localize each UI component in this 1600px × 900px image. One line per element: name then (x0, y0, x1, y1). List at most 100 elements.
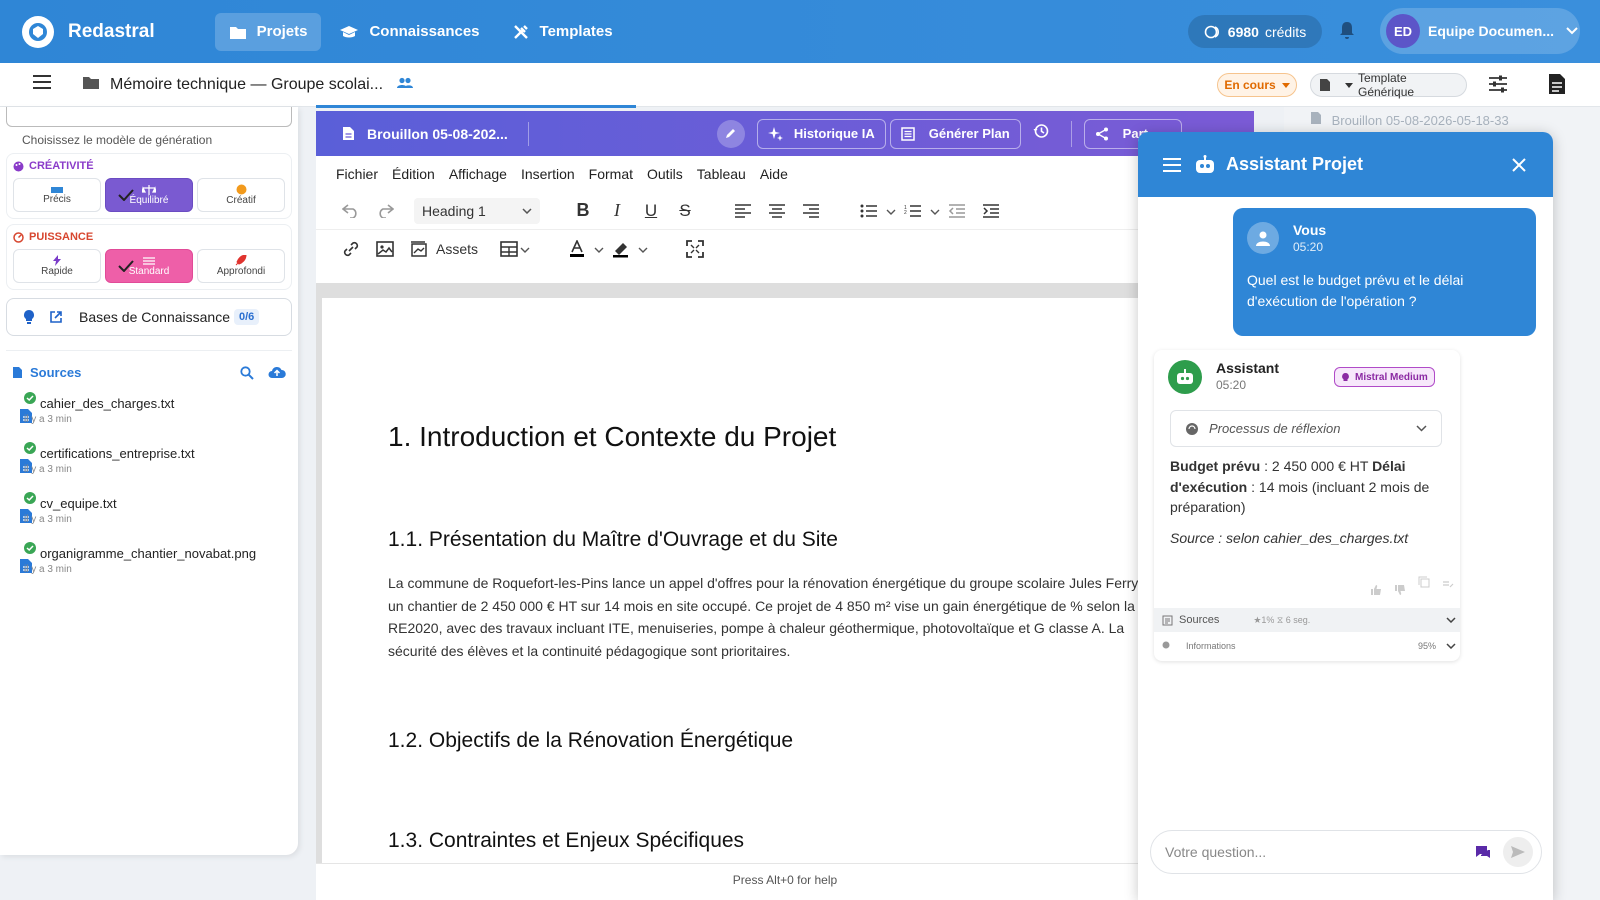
caret-down-icon (1345, 82, 1353, 88)
menu-affichage[interactable]: Affichage (449, 166, 507, 182)
strikethrough-icon[interactable]: S (668, 201, 702, 221)
history-icon[interactable] (1033, 123, 1049, 144)
align-center-icon[interactable] (760, 203, 794, 218)
menu-tableau[interactable]: Tableau (697, 166, 746, 182)
heading-2-contraintes: 1.3. Contraintes et Enjeux Spécifiques (388, 829, 745, 852)
menu-aide[interactable]: Aide (760, 166, 788, 182)
nav-connaissances[interactable]: Connaissances (325, 13, 493, 51)
align-right-icon[interactable] (794, 203, 828, 218)
list-item[interactable]: cahier_des_charges.txt il y a 3 min (18, 392, 298, 430)
hamburger-menu-icon[interactable] (1162, 157, 1182, 173)
assets-label[interactable]: Assets (436, 241, 478, 257)
file-time: il y a 3 min (24, 514, 72, 525)
scale-icon (142, 184, 156, 195)
send-button[interactable] (1503, 837, 1533, 867)
menu-edition[interactable]: Édition (392, 166, 435, 182)
edit-pencil-icon[interactable] (716, 119, 745, 148)
document-page[interactable]: 1. Introduction et Contexte du Projet 1.… (322, 298, 1242, 878)
divider (1070, 120, 1072, 147)
right-draft-title[interactable]: Brouillon 05-08-2026-05-18-33 (1310, 111, 1509, 128)
bold-icon[interactable]: B (566, 200, 600, 221)
underline-icon[interactable]: U (634, 201, 668, 221)
close-icon[interactable] (1511, 157, 1527, 173)
undo-icon[interactable] (334, 203, 368, 218)
block-format-select[interactable]: Heading 1 (414, 197, 540, 224)
chevron-down-icon[interactable] (520, 240, 530, 258)
highlight-icon[interactable] (604, 240, 638, 258)
model-select-box[interactable] (6, 107, 292, 127)
link-icon[interactable] (334, 240, 368, 258)
image-icon[interactable] (368, 241, 402, 257)
credits-badge[interactable]: 6980 crédits (1188, 15, 1322, 48)
nav-templates[interactable]: Templates (498, 13, 627, 51)
search-icon[interactable] (240, 365, 254, 380)
chevron-down-icon[interactable] (594, 240, 604, 258)
hamburger-menu-icon[interactable] (32, 74, 52, 95)
chevron-down-icon[interactable] (638, 240, 648, 258)
document-bar: Mémoire technique — Groupe scolai... En … (0, 63, 1600, 107)
information-value: 95% (1417, 641, 1436, 651)
team-icon[interactable] (397, 76, 414, 94)
italic-icon[interactable]: I (600, 200, 634, 221)
avatar: ED (1386, 14, 1420, 48)
reasoning-accordion[interactable]: Processus de réflexion (1170, 410, 1442, 447)
indent-icon[interactable] (974, 203, 1008, 218)
knowledge-base-button[interactable]: Bases de Connaissance 0/6 (6, 298, 292, 336)
power-box: PUISSANCE Rapide Standard Approfondi (6, 224, 292, 290)
chat-input[interactable]: Votre question... (1150, 830, 1542, 874)
sliders-icon[interactable] (1488, 74, 1508, 99)
thumbs-down-icon[interactable] (1394, 584, 1406, 596)
sliders-icon (143, 256, 155, 265)
creativity-creatif-button[interactable]: Créatif (197, 178, 285, 212)
nav-projets[interactable]: Projets (214, 12, 322, 51)
brain-icon (1186, 422, 1198, 435)
chevron-down-icon (522, 207, 532, 214)
outdent-icon[interactable] (940, 203, 974, 218)
edit-icon[interactable] (1442, 576, 1454, 588)
menu-fichier[interactable]: Fichier (336, 166, 378, 182)
power-rapide-button[interactable]: Rapide (13, 249, 101, 283)
text-color-icon[interactable] (560, 240, 594, 258)
notification-bell-icon[interactable] (1338, 20, 1356, 45)
menu-outils[interactable]: Outils (647, 166, 683, 182)
file-time: il y a 3 min (24, 564, 72, 575)
chevron-down-icon[interactable] (886, 202, 896, 220)
menu-insertion[interactable]: Insertion (521, 166, 575, 182)
copy-icon[interactable] (1418, 576, 1430, 588)
suggestions-icon[interactable] (1475, 845, 1491, 860)
power-rapide-label: Rapide (41, 266, 73, 277)
thumbs-up-icon[interactable] (1370, 584, 1382, 596)
creativity-equilibre-button[interactable]: Équilibré (105, 178, 193, 212)
information-accordion[interactable]: Informations 95% (1154, 634, 1460, 658)
gauge-icon (13, 231, 24, 243)
align-left-icon[interactable] (726, 203, 760, 218)
assets-icon[interactable] (402, 241, 436, 257)
list-item[interactable]: certifications_entreprise.txt il y a 3 m… (18, 442, 298, 480)
editor-menubar: Fichier Édition Affichage Insertion Form… (316, 156, 1254, 192)
template-selector[interactable]: Template Générique (1310, 71, 1467, 99)
list-item[interactable]: organigramme_chantier_novabat.png il y a… (18, 542, 298, 580)
brand[interactable]: Redastral (22, 15, 155, 48)
bulb-icon (1342, 372, 1349, 381)
status-badge[interactable]: En cours (1217, 73, 1297, 97)
draft-title[interactable]: Brouillon 05-08-202... (367, 126, 508, 142)
file-name: organigramme_chantier_novabat.png (40, 546, 257, 561)
history-ai-button[interactable]: Historique IA (756, 118, 886, 149)
list-item[interactable]: cv_equipe.txt il y a 3 min (18, 492, 298, 530)
chevron-down-icon[interactable] (930, 202, 940, 220)
power-standard-button[interactable]: Standard (105, 249, 193, 283)
redo-icon[interactable] (368, 203, 402, 218)
account-menu[interactable]: ED Equipe Documen... (1380, 8, 1580, 54)
document-view-icon[interactable] (1548, 73, 1566, 100)
bullet-list-icon[interactable] (852, 204, 886, 218)
fullscreen-icon[interactable] (678, 240, 712, 258)
creativity-precis-button[interactable]: Précis (13, 178, 101, 212)
sources-accordion[interactable]: Sources ★1% ⧖ 6 seg. (1154, 608, 1460, 632)
menu-format[interactable]: Format (589, 166, 633, 182)
assistant-time: 05:20 (1216, 378, 1247, 392)
sources-header: Sources (12, 365, 286, 380)
generate-plan-button[interactable]: Générer Plan (889, 118, 1021, 149)
numbered-list-icon[interactable]: 12 (896, 204, 930, 218)
cloud-upload-icon[interactable] (268, 366, 286, 379)
power-approfondi-button[interactable]: Approfondi (197, 249, 285, 283)
